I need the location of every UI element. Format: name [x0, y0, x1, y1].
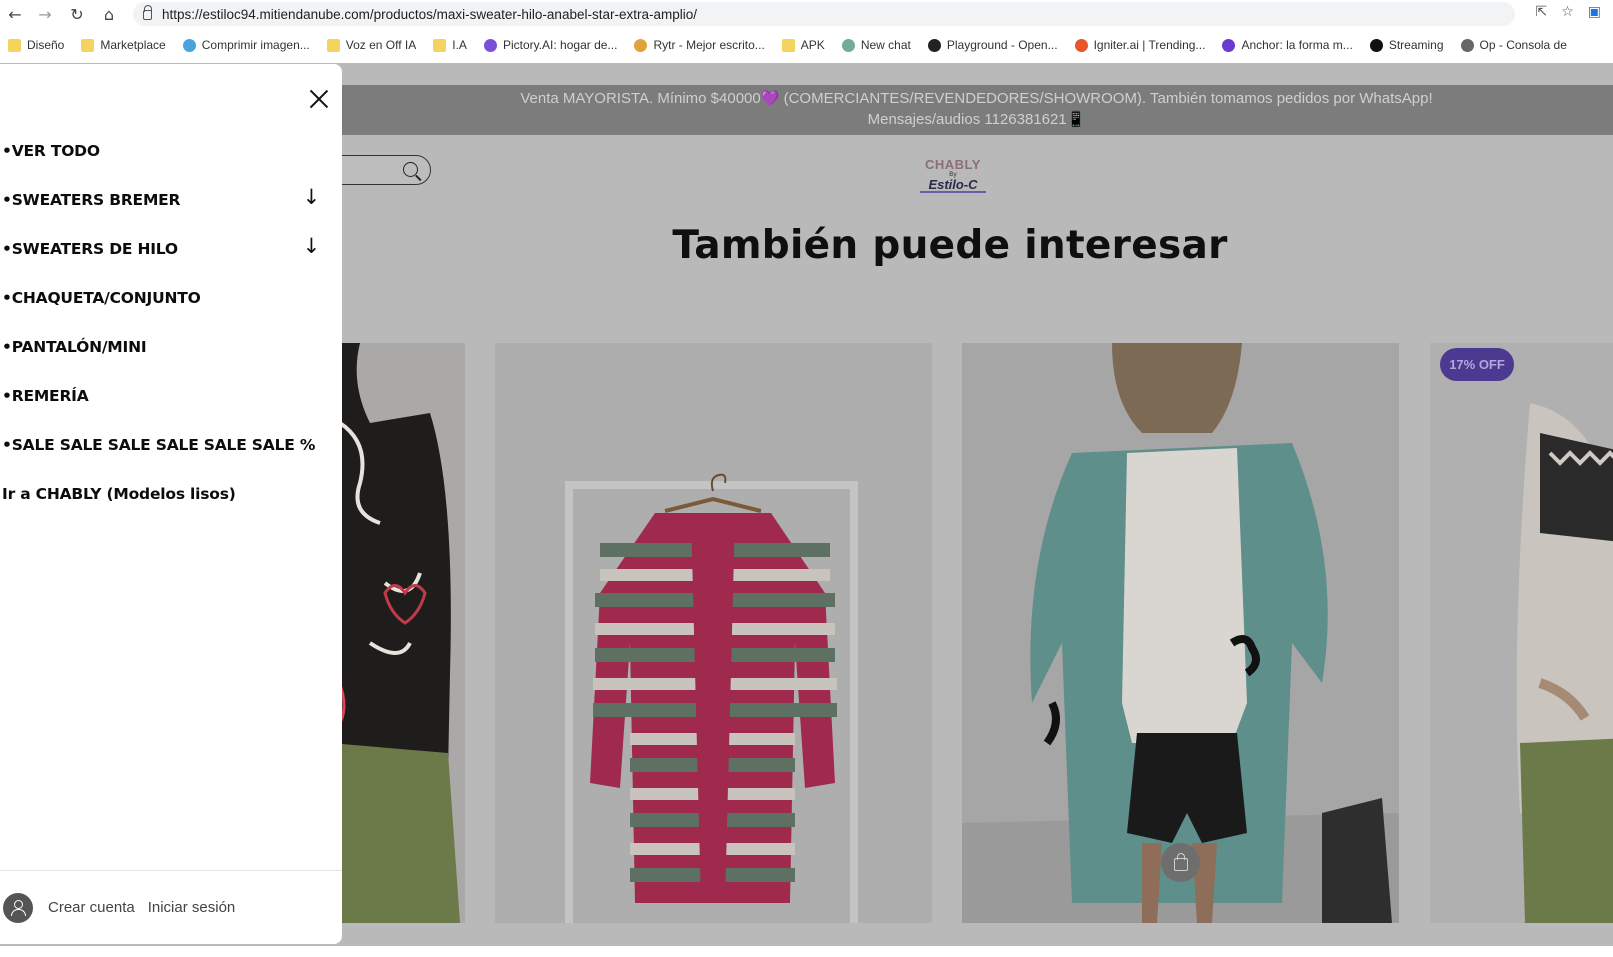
address-bar[interactable]: https://estiloc94.mitiendanube.com/produ… — [133, 2, 1515, 26]
product-card[interactable] — [330, 343, 465, 923]
product-image — [962, 343, 1399, 923]
bookmark-item[interactable]: Pictory.AI: hogar de... — [483, 38, 618, 52]
bookmark-item[interactable]: Comprimir imagen... — [182, 38, 310, 52]
banner-text: Venta MAYORISTA. Mínimo $40000💜 (COMERCI… — [520, 90, 1433, 128]
bookmark-item[interactable]: Playground - Open... — [927, 38, 1058, 52]
create-account-link[interactable]: Crear cuenta — [48, 899, 135, 916]
bookmark-label: Streaming — [1388, 38, 1444, 52]
bookmark-item[interactable]: I.A — [433, 38, 467, 52]
pen-icon — [634, 38, 648, 52]
bookmarks-bar: Diseño Marketplace Comprimir imagen... Voz … — [0, 32, 1613, 58]
browser-toolbar: ← → ↻ ⌂ https://estiloc94.mitiendanube.c… — [0, 0, 1613, 28]
bookmark-label: New chat — [860, 38, 911, 52]
share-icon[interactable]: ⇱ — [1535, 4, 1547, 20]
bookmark-label: Diseño — [27, 38, 65, 52]
menu-item[interactable]: •SWEATERS DE HILO ↓ — [2, 224, 332, 273]
toolbar-actions: ⇱ ☆ ▣ — [1535, 4, 1601, 20]
menu-item-label: •SWEATERS DE HILO — [2, 239, 178, 258]
arrow-down-icon[interactable]: ↓ — [303, 234, 321, 258]
chatgpt-icon — [841, 38, 855, 52]
product-card[interactable] — [495, 343, 932, 923]
bookmark-label: Pictory.AI: hogar de... — [502, 38, 618, 52]
product-image — [495, 343, 932, 923]
folder-icon — [433, 38, 447, 52]
product-image — [1430, 343, 1613, 923]
folder-icon — [81, 38, 95, 52]
product-card[interactable] — [962, 343, 1399, 923]
bookmark-item[interactable]: Diseño — [8, 38, 64, 52]
menu-item-label: •CHAQUETA/CONJUNTO — [2, 288, 201, 307]
bookmark-label: Voz en Off IA — [345, 38, 417, 52]
lock-icon — [143, 5, 152, 20]
bookmark-item[interactable]: APK — [781, 38, 825, 52]
openai-icon — [927, 38, 941, 52]
menu-item-label: •SALE SALE SALE SALE SALE SALE % — [2, 435, 316, 454]
bookmark-label: Rytr - Mejor escrito... — [653, 38, 765, 52]
arrow-down-icon[interactable]: ↓ — [303, 185, 321, 209]
menu-item-label: •SWEATERS BREMER — [2, 190, 181, 209]
reload-icon[interactable]: ↻ — [64, 1, 90, 27]
discount-badge: 17% OFF — [1440, 348, 1514, 381]
drawer-menu: •VER TODO •SWEATERS BREMER ↓ •SWEATERS DE H… — [2, 126, 332, 518]
bookmark-item[interactable]: Voz en Off IA — [326, 38, 417, 52]
bookmark-item[interactable]: New chat — [841, 38, 911, 52]
bookmark-label: Comprimir imagen... — [201, 38, 310, 52]
back-icon[interactable]: ← — [2, 1, 28, 27]
menu-item[interactable]: •SWEATERS BREMER ↓ — [2, 175, 332, 224]
star-icon[interactable]: ☆ — [1561, 4, 1574, 20]
menu-item-label: Ir a CHABLY (Modelos lisos) — [2, 484, 236, 503]
anchor-icon — [1222, 38, 1236, 52]
octopus-icon — [483, 38, 497, 52]
product-card[interactable] — [1430, 343, 1613, 923]
navigation-drawer: •VER TODO •SWEATERS BREMER ↓ •SWEATERS DE H… — [0, 64, 342, 944]
section-heading: También puede interesar — [672, 223, 1228, 268]
bookmark-label: Igniter.ai | Trending... — [1093, 38, 1206, 52]
logo-subbrand: Estilo-C — [920, 178, 986, 193]
add-to-cart-button[interactable] — [1161, 843, 1200, 882]
bookmark-item[interactable]: Igniter.ai | Trending... — [1074, 38, 1206, 52]
forward-icon[interactable]: → — [32, 1, 58, 27]
bookmark-item[interactable]: Marketplace — [81, 38, 166, 52]
bookmark-item[interactable]: Streaming — [1369, 38, 1444, 52]
bottom-strip — [0, 946, 1613, 957]
link-icon — [1460, 38, 1474, 52]
menu-item[interactable]: •CHAQUETA/CONJUNTO — [2, 273, 332, 322]
leaf-icon — [182, 38, 196, 52]
close-icon[interactable] — [308, 88, 330, 110]
shopping-bag-icon — [1173, 853, 1188, 871]
url-text: https://estiloc94.mitiendanube.com/produ… — [162, 6, 697, 22]
search-icon[interactable] — [403, 162, 418, 177]
bookmark-label: Op - Consola de — [1479, 38, 1567, 52]
bookmark-item[interactable]: Op - Consola de — [1460, 38, 1567, 52]
folder-icon — [8, 38, 21, 52]
drawer-account-footer: Crear cuenta Iniciar sesión — [0, 870, 342, 944]
product-image — [330, 343, 465, 923]
extension-icon[interactable]: ▣ — [1588, 4, 1601, 20]
home-icon[interactable]: ⌂ — [96, 1, 122, 27]
folder-icon — [781, 38, 795, 52]
bookmark-label: APK — [800, 38, 825, 52]
bookmark-item[interactable]: Anchor: la forma m... — [1222, 38, 1353, 52]
streaming-icon — [1369, 38, 1383, 52]
menu-item[interactable]: •SALE SALE SALE SALE SALE SALE % — [2, 420, 332, 469]
logo-brand: CHABLY — [925, 157, 981, 172]
igniter-icon — [1074, 38, 1088, 52]
menu-item-label: •VER TODO — [2, 141, 100, 160]
menu-item[interactable]: Ir a CHABLY (Modelos lisos) — [2, 469, 332, 518]
login-link[interactable]: Iniciar sesión — [148, 899, 236, 916]
menu-item-label: •REMERÍA — [2, 386, 89, 405]
menu-item[interactable]: •VER TODO — [2, 126, 332, 175]
user-icon — [3, 892, 33, 923]
menu-item-label: •PANTALÓN/MINI — [2, 337, 147, 356]
store-logo[interactable]: CHABLY By Estilo-C — [920, 157, 986, 193]
bookmark-item[interactable]: Rytr - Mejor escrito... — [634, 38, 765, 52]
bookmark-label: Playground - Open... — [946, 38, 1058, 52]
bookmark-label: Anchor: la forma m... — [1241, 38, 1353, 52]
menu-item[interactable]: •PANTALÓN/MINI — [2, 322, 332, 371]
bookmark-label: I.A — [452, 38, 467, 52]
folder-icon — [326, 38, 340, 52]
bookmark-label: Marketplace — [100, 38, 166, 52]
menu-item[interactable]: •REMERÍA — [2, 371, 332, 420]
